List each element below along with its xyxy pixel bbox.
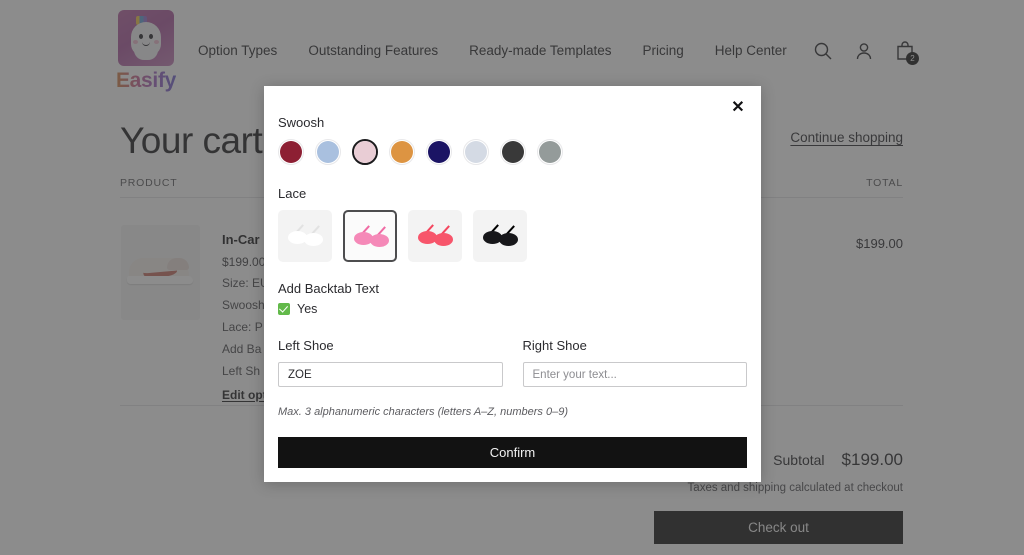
lace-option-black[interactable] [473, 210, 527, 262]
lace-label: Lace [278, 186, 747, 201]
close-icon[interactable]: ✕ [727, 96, 749, 118]
swoosh-swatch-charcoal[interactable] [500, 139, 526, 165]
swoosh-swatch-navy[interactable] [426, 139, 452, 165]
shoe-text-fields: Left Shoe Right Shoe [278, 338, 747, 387]
backtab-checkbox[interactable] [278, 303, 290, 315]
helper-text: Max. 3 alphanumeric characters (letters … [278, 406, 747, 418]
backtab-label: Add Backtab Text [278, 281, 747, 296]
confirm-button[interactable]: Confirm [278, 437, 747, 468]
product-options-modal: ✕ Swoosh Lace [264, 86, 761, 482]
swoosh-swatch-pale-grey-blue[interactable] [463, 139, 489, 165]
left-shoe-field-group: Left Shoe [278, 338, 503, 387]
swoosh-swatch-dark-red[interactable] [278, 139, 304, 165]
swoosh-swatch-group [278, 139, 747, 165]
backtab-checkbox-row[interactable]: Yes [278, 302, 747, 316]
modal-body: Swoosh Lace [264, 86, 761, 418]
lace-option-pink[interactable] [343, 210, 397, 262]
swoosh-label: Swoosh [278, 115, 747, 130]
left-shoe-label: Left Shoe [278, 338, 503, 353]
lace-option-coral[interactable] [408, 210, 462, 262]
swoosh-swatch-orange[interactable] [389, 139, 415, 165]
backtab-checkbox-label: Yes [297, 302, 317, 316]
swoosh-swatch-light-blue[interactable] [315, 139, 341, 165]
lace-option-group [278, 210, 747, 262]
swoosh-swatch-grey[interactable] [537, 139, 563, 165]
right-shoe-label: Right Shoe [523, 338, 748, 353]
right-shoe-input[interactable] [523, 362, 748, 387]
swoosh-swatch-light-pink[interactable] [352, 139, 378, 165]
left-shoe-input[interactable] [278, 362, 503, 387]
right-shoe-field-group: Right Shoe [523, 338, 748, 387]
lace-option-white[interactable] [278, 210, 332, 262]
